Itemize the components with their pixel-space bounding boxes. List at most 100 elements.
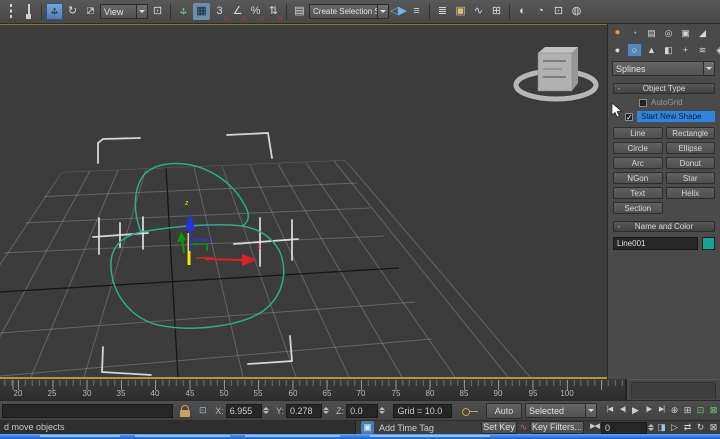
auto-key-button[interactable]: Auto Key (486, 403, 522, 419)
dropdown-arrow-icon[interactable] (377, 5, 388, 18)
subtab-systems[interactable]: ◈ (712, 43, 720, 57)
align-icon[interactable]: ≡ (408, 3, 425, 20)
section-button[interactable]: Section (613, 202, 663, 214)
autogrid-row: AutoGrid (639, 98, 715, 107)
time-configuration-icon[interactable]: ◨ (655, 421, 668, 434)
dropdown-arrow-icon[interactable] (585, 404, 596, 417)
layer-manager-icon[interactable]: ≣ (434, 3, 451, 20)
zoom-extents-icon[interactable]: ⊡ (694, 404, 707, 417)
subtab-lights[interactable]: ▲ (644, 43, 659, 57)
object-name-field[interactable]: Line001 (613, 237, 698, 250)
add-time-tag[interactable]: Add Time Tag (379, 423, 434, 433)
start-new-shape-checkbox[interactable]: ✓ (625, 113, 633, 121)
goto-end-icon[interactable]: ▶| (655, 404, 668, 417)
zoom-extents-all-icon[interactable]: ⊠ (707, 404, 720, 417)
line-button[interactable]: Line (613, 127, 663, 139)
schematic-view-icon[interactable]: ⊞ (488, 3, 505, 20)
subtab-helpers[interactable]: + (678, 43, 693, 57)
keyboard-override-icon[interactable]: ▦ (193, 3, 210, 20)
current-frame-field[interactable]: 0 (601, 422, 647, 434)
maxscript-mini-listener[interactable] (2, 404, 173, 418)
rectangle-button[interactable]: Rectangle (666, 127, 716, 139)
select-move-icon[interactable]: ↔↕ (46, 3, 63, 20)
rendered-frame-icon[interactable]: ⊡ (550, 3, 567, 20)
frame-spinner[interactable] (648, 421, 655, 435)
z-spinner[interactable] (379, 404, 386, 418)
time-slider-ruler[interactable]: 20 25 30 35 40 45 50 55 60 65 70 75 80 8… (0, 379, 627, 400)
goto-start-icon[interactable]: |◀ (603, 404, 616, 417)
zoom-all-icon[interactable]: ⊞ (681, 404, 694, 417)
dropdown-arrow-icon[interactable] (136, 5, 147, 18)
pan-view-icon[interactable]: ⇄ (681, 421, 694, 434)
selection-region-icon[interactable] (2, 3, 19, 20)
reference-coordinate-dropdown[interactable]: View (100, 4, 148, 19)
tab-hierarchy[interactable]: ▤ (644, 26, 659, 40)
ellipse-button[interactable]: Ellipse (666, 142, 716, 154)
tab-display[interactable]: ▣ (678, 26, 693, 40)
prev-frame-icon[interactable]: ◀| (616, 404, 629, 417)
zoom-icon[interactable]: ⊕ (668, 404, 681, 417)
key-filters-button[interactable]: Key Filters... (530, 421, 584, 434)
set-key-button[interactable]: Set Key (481, 421, 517, 434)
percent-snap-icon[interactable]: %∩ (247, 3, 264, 20)
maximize-viewport-icon[interactable]: ⊠ (707, 421, 720, 434)
select-scale-icon[interactable]: □↗ (82, 3, 99, 20)
select-manipulate-icon[interactable]: ↔↕ (175, 3, 192, 20)
collapse-icon[interactable]: - (614, 222, 624, 231)
render-icon[interactable]: ◍ (568, 3, 585, 20)
tab-motion[interactable]: ◎ (661, 26, 676, 40)
selection-lock-icon[interactable] (180, 405, 190, 417)
absolute-mode-icon[interactable]: ⊡ (196, 404, 209, 417)
mini-listener-icon[interactable]: ▣ (361, 421, 374, 434)
tab-create[interactable]: ● (610, 26, 625, 40)
start-new-shape-label[interactable]: Start New Shape (637, 111, 715, 122)
autogrid-checkbox[interactable] (639, 99, 647, 107)
next-frame-icon[interactable]: |▶ (642, 404, 655, 417)
select-rotate-icon[interactable]: ↻ (64, 3, 81, 20)
object-type-header[interactable]: - Object Type (613, 83, 715, 94)
curve-editor-icon[interactable]: ∿ (470, 3, 487, 20)
helix-button[interactable]: Helix (666, 187, 716, 199)
subtab-shapes[interactable]: ○ (627, 43, 642, 57)
arc-button[interactable]: Arc (613, 157, 663, 169)
select-region-mode-icon[interactable]: ▷ (668, 421, 681, 434)
render-setup-icon[interactable]: ◔ (532, 3, 549, 20)
star-button[interactable]: Star (666, 172, 716, 184)
object-color-swatch[interactable] (702, 237, 715, 250)
spinner-snap-icon[interactable]: ⇅∩ (265, 3, 282, 20)
z-coordinate-field[interactable]: 0.0 (346, 404, 378, 418)
collapse-icon[interactable]: - (614, 84, 624, 93)
subtab-geometry[interactable]: ● (610, 43, 625, 57)
subtab-space-warps[interactable]: ≋ (695, 43, 710, 57)
set-key-filters-curve-icon[interactable]: ∿ (517, 421, 530, 434)
ngon-button[interactable]: NGon (613, 172, 663, 184)
y-coordinate-field[interactable]: 0.278 (286, 404, 322, 418)
name-color-header[interactable]: - Name and Color (613, 221, 715, 232)
text-button[interactable]: Text (613, 187, 663, 199)
create-selection-set-dropdown[interactable]: Create Selection Se (309, 4, 389, 19)
named-selection-sets-icon[interactable]: ▤ (291, 3, 308, 20)
container-icon[interactable]: ▣ (452, 3, 469, 20)
y-spinner[interactable] (323, 404, 330, 418)
key-set-dropdown[interactable]: Selected (525, 403, 597, 418)
perspective-viewport[interactable]: z x (0, 24, 607, 379)
window-crossing-icon[interactable] (20, 3, 37, 20)
angle-snap-icon[interactable]: ∠∩ (229, 3, 246, 20)
x-coordinate-field[interactable]: 6.955 (226, 404, 262, 418)
circle-button[interactable]: Circle (613, 142, 663, 154)
shape-category-dropdown[interactable]: Splines (612, 61, 715, 76)
tab-utilities[interactable]: ◢ (695, 26, 710, 40)
subtab-cameras[interactable]: ◧ (661, 43, 676, 57)
key-mode-toggle-icon[interactable]: ▶◀ (588, 421, 601, 434)
use-pivot-center-icon[interactable]: ⊡ (149, 3, 166, 20)
tab-modify[interactable]: ◔ (627, 26, 642, 40)
x-spinner[interactable] (263, 404, 270, 418)
transform-gizmo[interactable]: z x (177, 200, 261, 266)
orbit-view-icon[interactable]: ↻ (694, 421, 707, 434)
material-editor-icon[interactable]: ◐ (514, 3, 531, 20)
dropdown-arrow-icon[interactable] (703, 62, 714, 75)
snap-3d-icon[interactable]: 3∩ (211, 3, 228, 20)
donut-button[interactable]: Donut (666, 157, 716, 169)
play-icon[interactable]: ▶ (629, 404, 642, 417)
mirror-icon[interactable]: ◁▶ (390, 3, 407, 20)
